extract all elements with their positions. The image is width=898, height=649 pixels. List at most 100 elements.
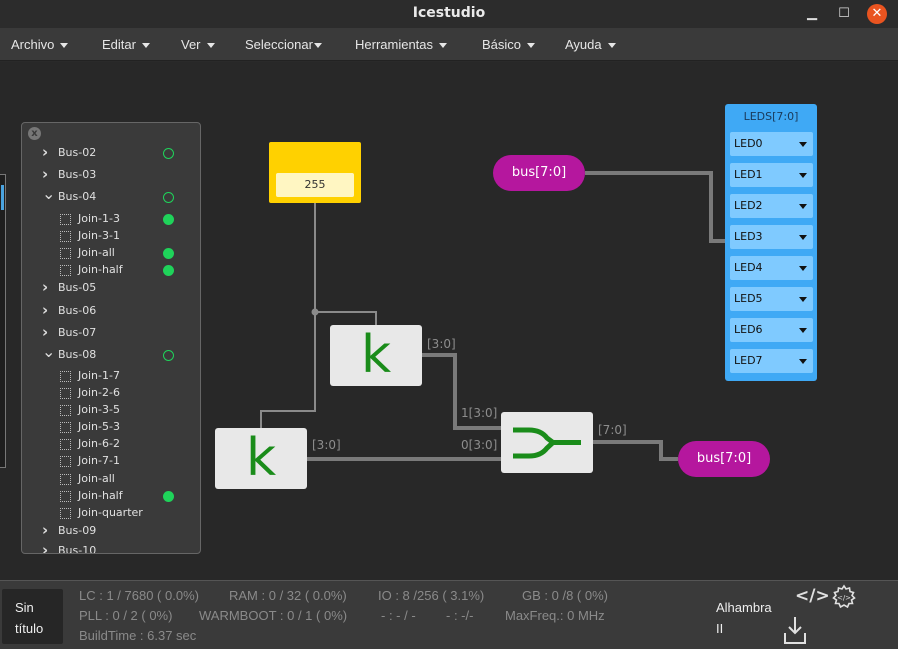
collection-folder[interactable]: › Bus-06 <box>22 301 187 320</box>
wire-junction <box>311 308 319 316</box>
led-pin-select[interactable]: LED0 <box>730 132 813 156</box>
settings-icon[interactable]: </> <box>831 584 857 615</box>
block-label: Join-all <box>78 472 115 485</box>
close-button[interactable]: ✕ <box>867 4 887 24</box>
collection-block-item[interactable]: Join-7-1 <box>22 453 187 470</box>
constant-value-field[interactable]: 255 <box>276 173 354 197</box>
collection-folder[interactable]: › Bus-05 <box>22 278 187 297</box>
collection-block-item[interactable]: Join-3-1 <box>22 228 187 245</box>
menu-ayuda[interactable]: Ayuda <box>565 37 616 52</box>
stat-warmboot: WARMBOOT : 0 / 1 ( 0%) <box>199 608 348 623</box>
leds-output-block[interactable]: LEDS[7:0] LED0 LED1 LED2 LED3 LED4 LED5 … <box>725 104 817 381</box>
menu-archivo[interactable]: Archivo <box>11 37 69 52</box>
minimize-button[interactable]: ▁ <box>802 4 822 24</box>
collection-block-item[interactable]: Join-quarter <box>22 505 187 522</box>
status-footer: Sin título LC : 1 / 7680 ( 0.0%) RAM : 0… <box>0 580 898 649</box>
bus-input-port[interactable]: bus[7:0] <box>493 155 585 191</box>
led-pin-select[interactable]: LED7 <box>730 349 813 373</box>
chevron-down-icon[interactable]: ⌄ <box>42 184 55 203</box>
led-pin-select[interactable]: LED2 <box>730 194 813 218</box>
collection-block-item[interactable]: Join-half <box>22 488 187 505</box>
collection-folder[interactable]: › Bus-10 <box>22 541 187 553</box>
wire-label-k1: [3:0] <box>427 337 456 351</box>
chevron-down-icon[interactable]: ⌄ <box>42 342 55 361</box>
wire-const-to-k1[interactable] <box>314 203 377 325</box>
chevron-down-icon <box>799 235 807 240</box>
led-pin-select[interactable]: LED1 <box>730 163 813 187</box>
wire-label-k2: [3:0] <box>312 438 341 452</box>
block-label: Join-all <box>78 246 115 259</box>
design-canvas[interactable]: 255 k k [3:0] [3:0] 1[3:0] 0[3:0] [7:0] … <box>0 62 898 580</box>
collection-block-item[interactable]: Join-1-3 <box>22 211 187 228</box>
chevron-right-icon[interactable]: › <box>42 323 48 341</box>
collection-block-item[interactable]: Join-3-5 <box>22 402 187 419</box>
maximize-button[interactable]: ☐ <box>834 4 854 24</box>
wire-join-to-bus[interactable] <box>593 440 678 461</box>
join-input-0-label: 0[3:0] <box>461 438 498 452</box>
collection-folder[interactable]: › Bus-03 <box>22 165 187 184</box>
code-icon[interactable]: </> <box>795 586 830 606</box>
block-label: Join-1-7 <box>78 369 120 382</box>
k-label: k <box>245 428 277 488</box>
collection-block-item[interactable]: Join-1-7 <box>22 368 187 385</box>
chevron-right-icon[interactable]: › <box>42 521 48 539</box>
status-indicator-icon <box>163 350 174 361</box>
collection-folder[interactable]: › Bus-09 <box>22 521 187 540</box>
bus-join-block[interactable] <box>501 412 593 473</box>
collection-block-item[interactable]: Join-2-6 <box>22 385 187 402</box>
collection-block-item[interactable]: Join-all <box>22 245 187 262</box>
wire-bus-to-leds[interactable] <box>585 171 731 243</box>
led-pin-select[interactable]: LED3 <box>730 225 813 249</box>
menu-ver[interactable]: Ver <box>181 37 215 52</box>
chevron-right-icon[interactable]: › <box>42 278 48 296</box>
collection-block-item[interactable]: Join-6-2 <box>22 436 187 453</box>
chevron-down-icon <box>313 43 322 49</box>
menu-herramientas[interactable]: Herramientas <box>355 37 448 52</box>
collection-folder[interactable]: ⌄ Bus-04 <box>22 184 187 206</box>
chip-icon <box>60 248 71 259</box>
block-label: Join-half <box>78 489 123 502</box>
title-bar: Icestudio ▁ ☐ ✕ <box>0 0 898 28</box>
status-indicator-icon <box>163 491 174 502</box>
collection-block-item[interactable]: Join-all <box>22 471 187 488</box>
status-indicator-icon <box>163 148 174 159</box>
constant-block[interactable]: 255 <box>269 142 361 203</box>
led-pin-select[interactable]: LED6 <box>730 318 813 342</box>
block-label: Join-2-6 <box>78 386 120 399</box>
led-pin-select[interactable]: LED4 <box>730 256 813 280</box>
chip-icon <box>60 214 71 225</box>
menu-editar[interactable]: Editar <box>102 37 150 52</box>
chevron-right-icon[interactable]: › <box>42 541 48 553</box>
led-pin-select[interactable]: LED5 <box>730 287 813 311</box>
join-icon <box>513 427 581 459</box>
folder-label: Bus-05 <box>58 281 97 294</box>
collection-folder[interactable]: › Bus-07 <box>22 323 187 342</box>
collection-folder[interactable]: › Bus-02 <box>22 143 187 162</box>
folder-label: Bus-02 <box>58 146 97 159</box>
chevron-down-icon <box>799 297 807 302</box>
status-indicator-icon <box>163 248 174 259</box>
chevron-right-icon[interactable]: › <box>42 165 48 183</box>
folder-label: Bus-06 <box>58 304 97 317</box>
bus-output-port[interactable]: bus[7:0] <box>678 441 770 477</box>
collection-folder[interactable]: ⌄ Bus-08 <box>22 342 187 364</box>
block-label: Join-half <box>78 263 123 276</box>
chevron-down-icon <box>799 266 807 271</box>
board-name[interactable]: Alhambra II <box>716 597 786 639</box>
k-block-2[interactable]: k <box>215 428 307 489</box>
side-panel-tab[interactable] <box>0 174 6 468</box>
collection-block-item[interactable]: Join-5-3 <box>22 419 187 436</box>
folder-label: Bus-04 <box>58 190 97 203</box>
k-block-1[interactable]: k <box>330 325 422 386</box>
collection-block-item[interactable]: Join-half <box>22 262 187 279</box>
wire-const-to-k2[interactable] <box>260 312 316 428</box>
stat-ram: RAM : 0 / 32 ( 0.0%) <box>229 588 347 603</box>
upload-icon[interactable] <box>783 615 807 649</box>
chevron-down-icon <box>799 142 807 147</box>
block-label: Join-6-2 <box>78 437 120 450</box>
menu-seleccionar[interactable]: Seleccionar <box>245 37 322 52</box>
stat-misc2: - : -/- <box>446 608 474 623</box>
chevron-right-icon[interactable]: › <box>42 301 48 319</box>
menu-basico[interactable]: Básico <box>482 37 536 52</box>
chevron-right-icon[interactable]: › <box>42 143 48 161</box>
